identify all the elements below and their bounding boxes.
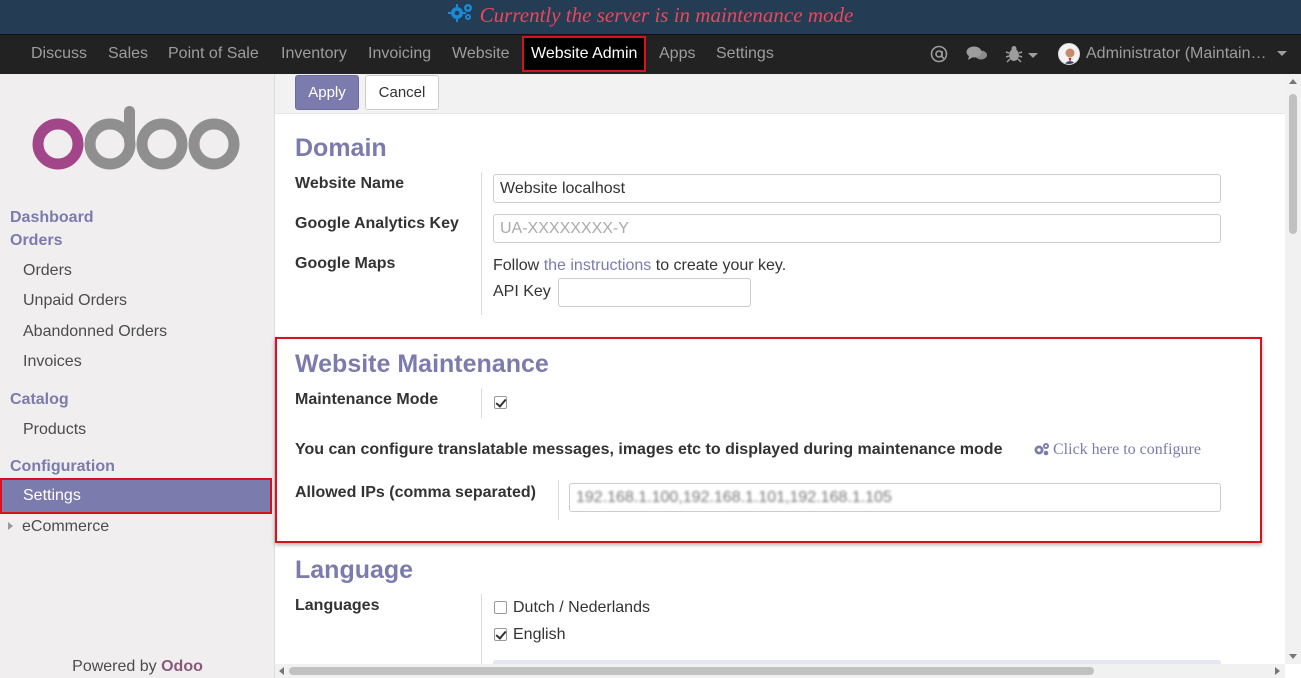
nav-website[interactable]: Website bbox=[452, 35, 510, 74]
top-navbar: Discuss Sales Point of Sale Inventory In… bbox=[0, 34, 1301, 74]
section-configuration[interactable]: Configuration bbox=[10, 458, 115, 476]
scroll-left-icon[interactable] bbox=[279, 667, 284, 675]
configure-description: You can configure translatable messages,… bbox=[295, 441, 1003, 458]
instructions-link[interactable]: the instructions bbox=[544, 257, 652, 274]
cancel-button[interactable]: Cancel bbox=[365, 75, 439, 110]
maintenance-heading: Website Maintenance bbox=[295, 350, 549, 378]
bug-icon[interactable] bbox=[1005, 45, 1039, 65]
apply-button[interactable]: Apply bbox=[295, 75, 359, 110]
gears-icon bbox=[1034, 443, 1049, 456]
nav-sales[interactable]: Sales bbox=[108, 35, 148, 74]
nav-discuss[interactable]: Discuss bbox=[31, 35, 87, 74]
scroll-right-icon[interactable] bbox=[1275, 667, 1280, 675]
sidebar-item-settings[interactable]: Settings bbox=[0, 478, 272, 514]
api-key-input[interactable] bbox=[558, 278, 751, 307]
sidebar: Dashboard Orders Orders Unpaid Orders Ab… bbox=[0, 74, 275, 678]
language-checkbox-dutch[interactable] bbox=[494, 601, 507, 614]
user-name: Administrator (Maintain… bbox=[1086, 45, 1267, 62]
language-option-english: English bbox=[513, 626, 566, 643]
language-checkbox-english[interactable] bbox=[494, 628, 507, 641]
website-name-input[interactable]: Website localhost bbox=[493, 174, 1221, 203]
vertical-scroll-thumb[interactable] bbox=[1289, 94, 1297, 234]
maintenance-mode-checkbox[interactable] bbox=[494, 396, 507, 409]
maps-instructions: Follow the instructions to create your k… bbox=[493, 257, 787, 274]
main-content: Apply Cancel Domain Website Name Website… bbox=[275, 74, 1301, 678]
nav-website-admin[interactable]: Website Admin bbox=[522, 36, 647, 72]
banner-text: Currently the server is in maintenance m… bbox=[479, 3, 854, 27]
maintenance-mode-label: Maintenance Mode bbox=[295, 391, 439, 408]
field-divider bbox=[481, 594, 482, 664]
nav-point-of-sale[interactable]: Point of Sale bbox=[168, 35, 259, 74]
language-option-dutch: Dutch / Nederlands bbox=[513, 599, 650, 616]
sidebar-item-orders[interactable]: Orders bbox=[23, 262, 72, 280]
expand-triangle-icon[interactable] bbox=[8, 522, 13, 530]
section-orders[interactable]: Orders bbox=[10, 232, 62, 250]
horizontal-scrollbar[interactable] bbox=[275, 664, 1285, 678]
field-divider bbox=[481, 388, 482, 418]
language-heading: Language bbox=[295, 556, 414, 584]
scroll-up-icon[interactable] bbox=[1289, 79, 1297, 84]
sidebar-item-abandoned-orders[interactable]: Abandonned Orders bbox=[23, 323, 167, 341]
sidebar-item-invoices[interactable]: Invoices bbox=[23, 353, 82, 371]
odoo-link[interactable]: Odoo bbox=[161, 658, 203, 675]
chat-bubbles-icon[interactable] bbox=[966, 45, 988, 65]
scroll-down-icon[interactable] bbox=[1289, 654, 1297, 659]
vertical-scrollbar[interactable] bbox=[1285, 74, 1301, 664]
ga-key-input[interactable]: UA-XXXXXXXX-Y bbox=[493, 214, 1221, 243]
nav-settings[interactable]: Settings bbox=[716, 35, 774, 74]
odoo-logo bbox=[32, 104, 244, 179]
nav-inventory[interactable]: Inventory bbox=[281, 35, 347, 74]
website-name-label: Website Name bbox=[295, 175, 405, 192]
powered-by: Powered by Odoo bbox=[72, 658, 203, 675]
ga-key-label: Google Analytics Key bbox=[295, 215, 459, 232]
google-maps-label: Google Maps bbox=[295, 255, 396, 272]
sidebar-item-label: Settings bbox=[23, 487, 81, 504]
configure-link[interactable]: Click here to configure bbox=[1033, 441, 1201, 459]
gears-icon bbox=[447, 2, 474, 33]
user-menu[interactable]: Administrator (Maintain… bbox=[1058, 35, 1287, 74]
domain-heading: Domain bbox=[295, 134, 387, 162]
form-toolbar: Apply Cancel bbox=[275, 74, 1285, 114]
horizontal-scroll-thumb[interactable] bbox=[289, 667, 1094, 675]
sidebar-item-ecommerce[interactable]: eCommerce bbox=[22, 518, 109, 536]
field-divider bbox=[558, 480, 559, 520]
field-divider bbox=[481, 172, 482, 315]
allowed-ips-label: Allowed IPs (comma separated) bbox=[295, 484, 536, 501]
sidebar-item-unpaid-orders[interactable]: Unpaid Orders bbox=[23, 292, 127, 310]
chevron-down-icon bbox=[1276, 51, 1287, 57]
avatar bbox=[1058, 42, 1080, 65]
api-key-label: API Key bbox=[493, 283, 551, 300]
section-dashboard[interactable]: Dashboard bbox=[10, 209, 94, 227]
allowed-ips-input[interactable]: 192.168.1.100,192.168.1.101,192.168.1.10… bbox=[569, 483, 1221, 512]
maintenance-banner: Currently the server is in maintenance m… bbox=[0, 0, 1301, 34]
nav-invoicing[interactable]: Invoicing bbox=[368, 35, 431, 74]
at-sign-icon[interactable] bbox=[930, 45, 948, 65]
section-catalog[interactable]: Catalog bbox=[10, 391, 69, 409]
sidebar-item-products[interactable]: Products bbox=[23, 421, 86, 439]
languages-label: Languages bbox=[295, 597, 380, 614]
nav-apps[interactable]: Apps bbox=[659, 35, 695, 74]
